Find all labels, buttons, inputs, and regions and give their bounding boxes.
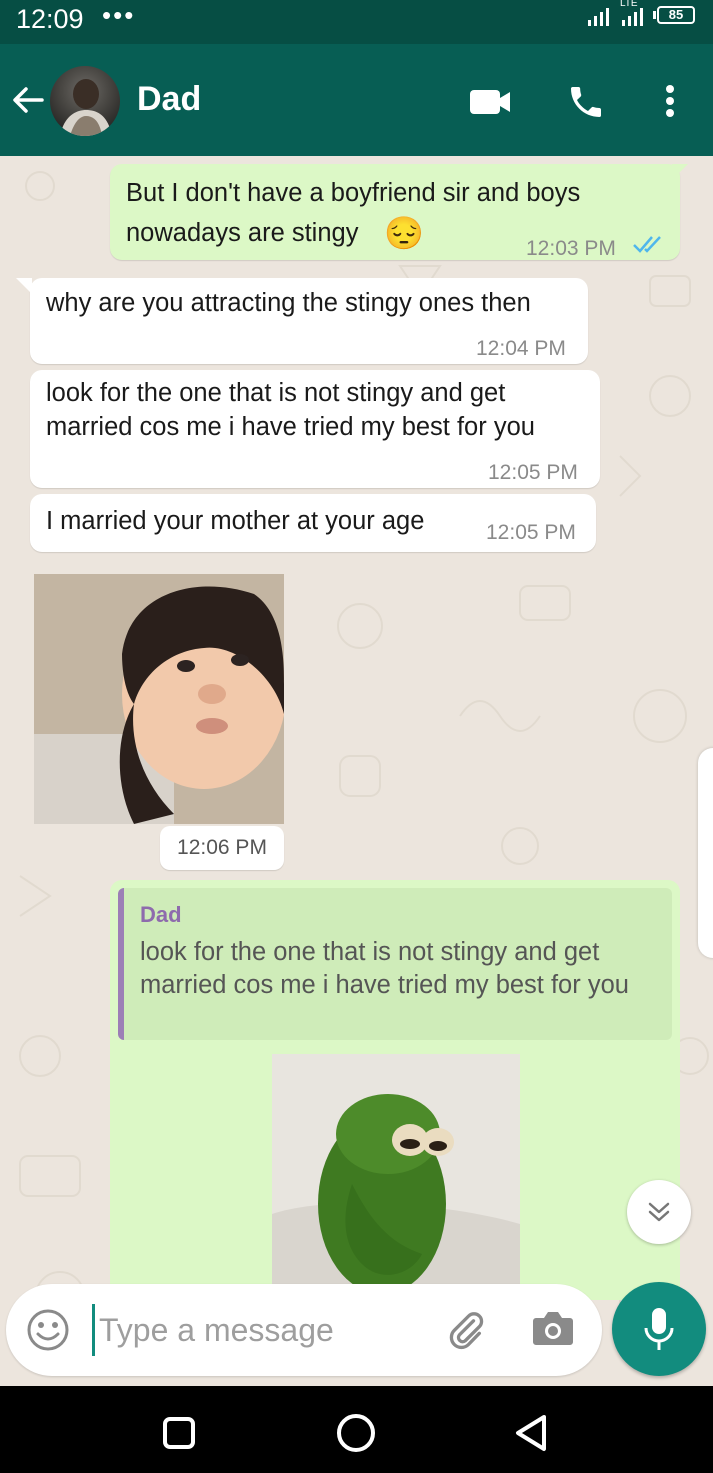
message-time: 12:05 PM xyxy=(488,461,578,484)
system-navigation-bar xyxy=(0,1386,713,1473)
message-time: 12:03 PM xyxy=(526,237,616,260)
more-options-icon[interactable] xyxy=(664,84,676,118)
recent-apps-button[interactable] xyxy=(163,1417,195,1449)
double-check-icon xyxy=(633,236,661,253)
quoted-author: Dad xyxy=(140,902,182,927)
sticker-image[interactable] xyxy=(272,1054,520,1300)
home-button[interactable] xyxy=(337,1414,375,1452)
pensive-emoji: 😔 xyxy=(384,215,424,251)
quoted-message[interactable]: Dad look for the one that is not stingy … xyxy=(118,888,672,1040)
camera-icon[interactable] xyxy=(532,1310,574,1346)
voice-record-button[interactable] xyxy=(612,1282,706,1376)
signal-icon xyxy=(588,8,609,26)
message-input[interactable] xyxy=(92,1304,422,1356)
kermit-photo xyxy=(272,1054,520,1300)
message-time: 12:05 PM xyxy=(486,521,576,544)
message-text: But I don't have a boyfriend sir and boy… xyxy=(126,179,581,207)
outgoing-message[interactable]: But I don't have a boyfriend sir and boy… xyxy=(110,164,680,260)
status-time: 12:09 xyxy=(16,4,84,34)
attach-icon[interactable] xyxy=(446,1310,486,1350)
avatar[interactable] xyxy=(50,66,120,136)
message-text: I married your mother at your age xyxy=(46,507,425,535)
image-message[interactable] xyxy=(34,574,284,824)
child-photo xyxy=(34,574,284,824)
chat-header: Dad xyxy=(0,44,713,156)
message-text: why are you attracting the stingy ones t… xyxy=(46,289,531,317)
message-text-line-2: nowadays are stingy xyxy=(126,219,359,247)
message-composer xyxy=(6,1284,602,1376)
phone-icon[interactable] xyxy=(566,82,606,122)
nav-back-icon[interactable] xyxy=(514,1414,548,1452)
incoming-message[interactable]: I married your mother at your age 12:05 … xyxy=(30,494,596,552)
battery-indicator: 85 xyxy=(653,6,695,24)
outgoing-reply-message[interactable]: Dad look for the one that is not stingy … xyxy=(110,880,680,1300)
edge-panel-handle[interactable] xyxy=(698,748,713,958)
message-time: 12:04 PM xyxy=(476,337,566,360)
bubble-tail xyxy=(16,278,32,294)
emoji-icon[interactable] xyxy=(26,1308,70,1352)
chat-area[interactable]: But I don't have a boyfriend sir and boy… xyxy=(0,156,713,1386)
bubble-tail xyxy=(672,164,688,180)
avatar-photo xyxy=(60,79,112,136)
status-bar: 12:09 ••• LTE 85 xyxy=(0,0,713,44)
image-time-chip: 12:06 PM xyxy=(160,826,284,870)
double-chevron-down-icon xyxy=(648,1202,670,1222)
incoming-message[interactable]: why are you attracting the stingy ones t… xyxy=(30,278,588,364)
signal-icon-2 xyxy=(622,8,643,26)
mic-icon xyxy=(644,1308,674,1350)
incoming-message[interactable]: look for the one that is not stingy and … xyxy=(30,370,600,488)
status-dots: ••• xyxy=(102,0,136,30)
back-arrow-icon[interactable] xyxy=(10,82,46,118)
video-call-icon[interactable] xyxy=(468,88,512,116)
message-text: look for the one that is not stingy and … xyxy=(46,379,506,407)
scroll-to-bottom-button[interactable] xyxy=(627,1180,691,1244)
contact-name[interactable]: Dad xyxy=(137,80,201,119)
quoted-text: look for the one that is not stingy and … xyxy=(140,938,629,999)
message-text-line-2: married cos me i have tried my best for … xyxy=(46,413,535,441)
